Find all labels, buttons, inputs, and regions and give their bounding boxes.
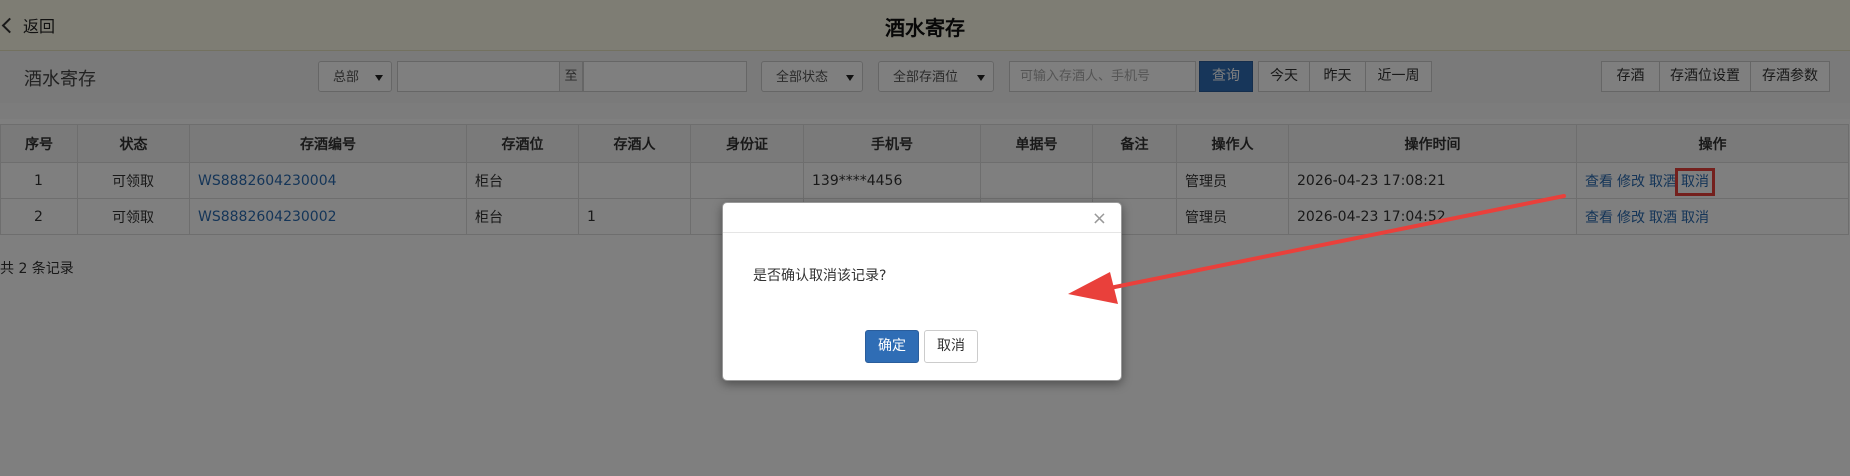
annotation-arrow-icon bbox=[1068, 194, 1566, 304]
